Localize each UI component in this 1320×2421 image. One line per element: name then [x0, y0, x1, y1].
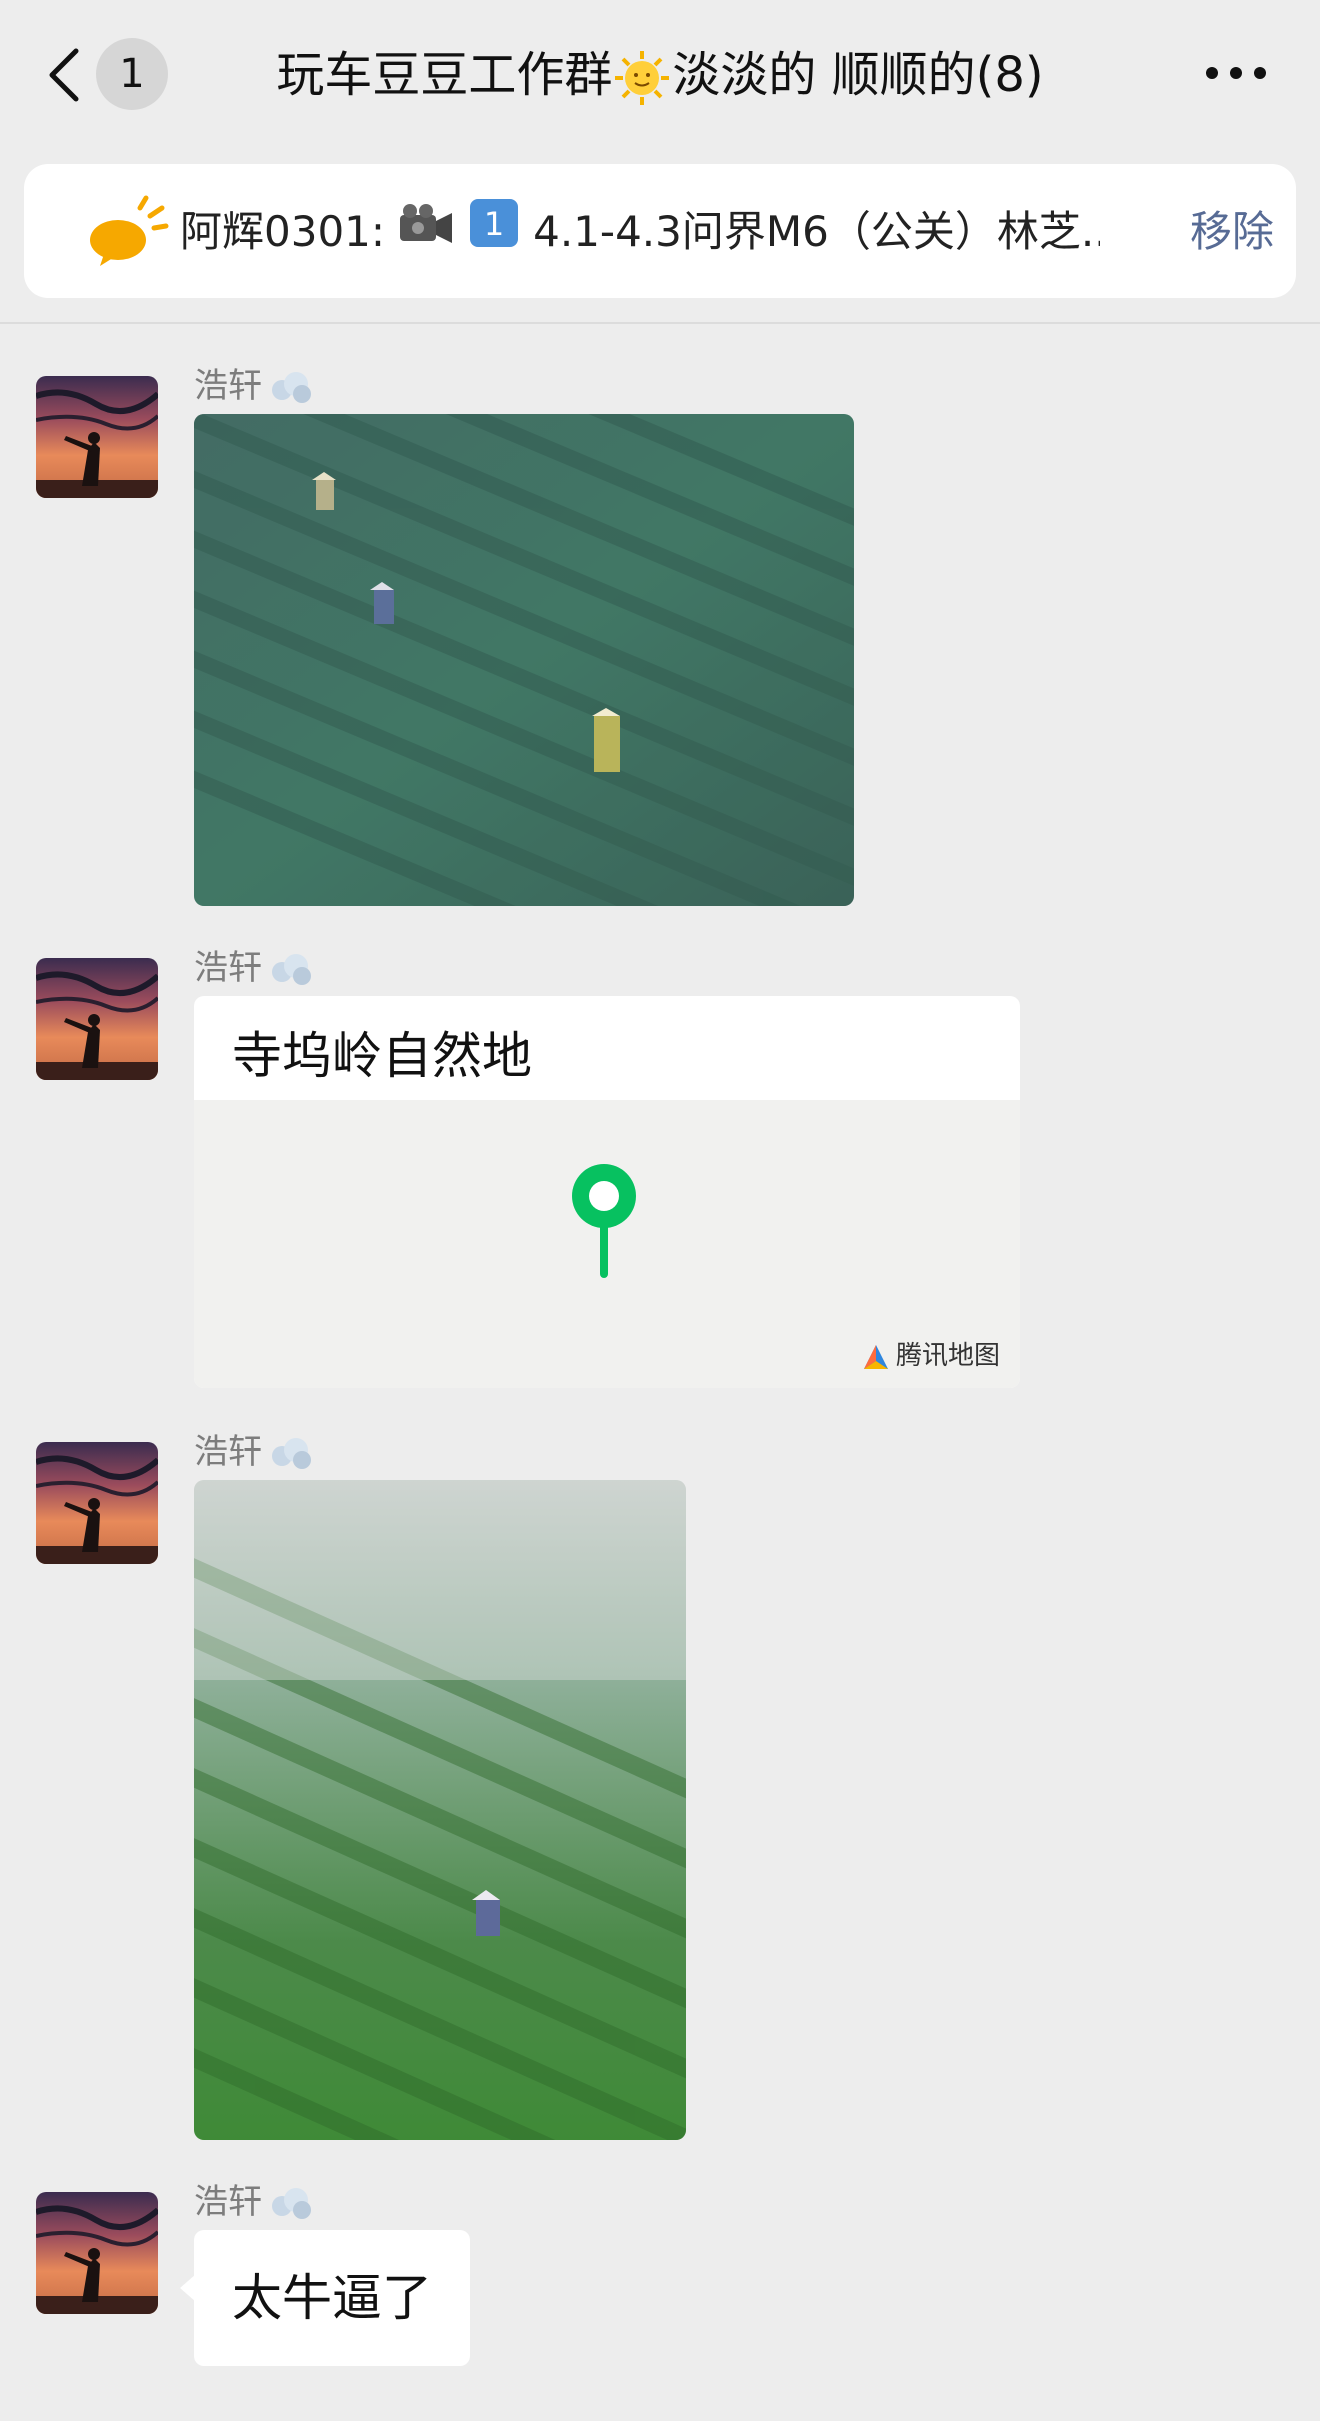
- pinned-sender: 阿辉0301:: [180, 207, 386, 256]
- sun-with-face-emoji-icon: [614, 50, 670, 106]
- dash-emoji-icon: [268, 368, 314, 408]
- speech-bubble-sun-icon: [70, 194, 170, 270]
- map-pin-icon: [564, 1156, 644, 1286]
- sender-name-text: 浩轩: [194, 366, 262, 406]
- chat-title-text-2: 淡淡的 顺顺的(8): [672, 47, 1044, 103]
- keycap-1-emoji-icon: 1: [468, 197, 520, 271]
- map-preview: 腾讯地图: [194, 1100, 1020, 1388]
- more-icon[interactable]: [1200, 60, 1310, 90]
- svg-text:1: 1: [484, 205, 504, 243]
- video-camera-emoji-icon: [398, 197, 454, 271]
- tea-field-photo-icon: [194, 1480, 686, 2140]
- image-message[interactable]: [194, 414, 854, 906]
- avatar[interactable]: [36, 2192, 158, 2314]
- image-message[interactable]: [194, 1480, 686, 2140]
- back-icon[interactable]: [40, 45, 90, 105]
- remove-pinned-button[interactable]: 移除: [1154, 194, 1274, 270]
- map-brand-text: 腾讯地图: [896, 1341, 1001, 1371]
- pinned-message-banner[interactable]: 阿辉0301: 1 4.1-4.3问界M6（公关）林芝... 移除: [24, 164, 1296, 298]
- message-text: 太牛逼了: [232, 2269, 432, 2327]
- text-message[interactable]: 太牛逼了: [180, 2230, 470, 2366]
- dash-emoji-icon: [268, 2184, 314, 2224]
- chat-title: 玩车豆豆工作群 淡淡的 顺顺的(8): [200, 40, 1120, 110]
- sender-name: 浩轩: [194, 1426, 314, 1478]
- tencent-map-logo-icon: [860, 1341, 892, 1373]
- chat-title-text: 玩车豆豆工作群: [276, 47, 613, 103]
- sender-name-text: 浩轩: [194, 1432, 262, 1472]
- location-name: 寺坞岭自然地: [232, 1027, 532, 1085]
- divider: [0, 322, 1320, 324]
- unread-count-badge[interactable]: 1: [96, 38, 168, 110]
- avatar[interactable]: [36, 958, 158, 1080]
- sender-name: 浩轩: [194, 2176, 314, 2228]
- dash-emoji-icon: [268, 1434, 314, 1474]
- pinned-message-text: 阿辉0301: 1 4.1-4.3问界M6（公关）林芝...: [180, 194, 1100, 270]
- sender-name: 浩轩: [194, 942, 314, 994]
- pinned-content: 4.1-4.3问界M6（公关）林芝...: [533, 207, 1100, 256]
- tea-field-photo-icon: [194, 414, 854, 906]
- sender-name-text: 浩轩: [194, 2182, 262, 2222]
- sender-name-text: 浩轩: [194, 948, 262, 988]
- sender-name: 浩轩: [194, 360, 314, 412]
- avatar[interactable]: [36, 376, 158, 498]
- avatar[interactable]: [36, 1442, 158, 1564]
- location-message[interactable]: 寺坞岭自然地 腾讯地图: [194, 996, 1020, 1388]
- map-brand: 腾讯地图: [860, 1336, 1010, 1376]
- dash-emoji-icon: [268, 950, 314, 990]
